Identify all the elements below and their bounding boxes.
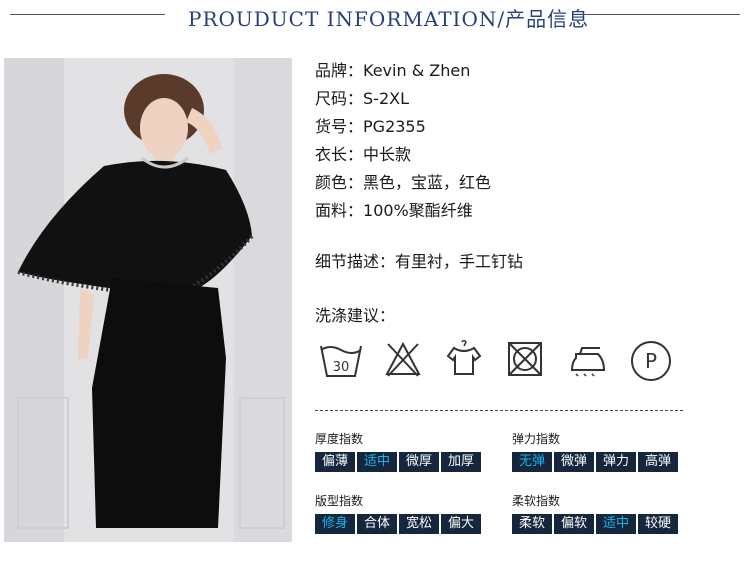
metric-option: 弹力 bbox=[596, 452, 636, 472]
metric-scale: 偏薄 适中 微厚 加厚 bbox=[315, 452, 481, 472]
header-rule-left bbox=[10, 14, 165, 15]
spec-sku: 货号：PG2355 bbox=[315, 116, 735, 144]
spec-value: 黑色，宝蓝，红色 bbox=[363, 173, 492, 192]
spec-label: 颜色： bbox=[315, 173, 364, 192]
care-title: 洗涤建议： bbox=[315, 306, 396, 325]
model-illustration bbox=[4, 58, 292, 542]
spec-label: 货号： bbox=[315, 117, 364, 136]
metric-title: 柔软指数 bbox=[512, 494, 561, 508]
spec-fabric: 面料：100%聚酯纤维 bbox=[315, 200, 735, 228]
spec-value: 100%聚酯纤维 bbox=[363, 201, 473, 220]
no-bleach-icon bbox=[385, 341, 421, 377]
no-tumble-dry-icon bbox=[508, 342, 542, 376]
spec-label: 衣长： bbox=[315, 145, 364, 164]
metric-option: 宽松 bbox=[399, 514, 439, 534]
detail-label: 细节描述： bbox=[315, 252, 396, 271]
metric-option: 偏薄 bbox=[315, 452, 355, 472]
metric-option: 微弹 bbox=[554, 452, 594, 472]
metric-option: 较硬 bbox=[638, 514, 678, 534]
metric-option-selected: 适中 bbox=[596, 514, 636, 534]
page-title: PROUDUCT INFORMATION/产品信息 bbox=[188, 7, 590, 31]
metric-option: 偏软 bbox=[554, 514, 594, 534]
spec-value: 中长款 bbox=[363, 145, 412, 164]
metric-option-selected: 修身 bbox=[315, 514, 355, 534]
header-rule-right bbox=[583, 14, 740, 15]
care-icons: 30 P bbox=[318, 340, 678, 384]
metric-title: 弹力指数 bbox=[512, 432, 561, 446]
metric-title: 版型指数 bbox=[315, 494, 364, 508]
metric-scale: 无弹 微弹 弹力 高弹 bbox=[512, 452, 678, 472]
detail-description: 细节描述：有里衬，手工钉钻 bbox=[315, 248, 523, 272]
header: PROUDUCT INFORMATION/产品信息 bbox=[0, 0, 750, 32]
dry-clean-p-icon: P bbox=[631, 341, 671, 381]
spec-label: 面料： bbox=[315, 201, 364, 220]
spec-value: Kevin & Zhen bbox=[363, 61, 471, 80]
product-photo bbox=[4, 58, 292, 542]
spec-brand: 品牌：Kevin & Zhen bbox=[315, 60, 735, 88]
spec-length: 衣长：中长款 bbox=[315, 144, 735, 172]
metric-option: 微厚 bbox=[399, 452, 439, 472]
thickness-index: 厚度指数 偏薄 适中 微厚 加厚 bbox=[315, 430, 481, 472]
metric-option-selected: 适中 bbox=[357, 452, 397, 472]
wash-30-icon: 30 bbox=[320, 345, 362, 377]
hang-dry-icon bbox=[446, 340, 482, 375]
softness-index: 柔软指数 柔软 偏软 适中 较硬 bbox=[512, 492, 678, 534]
wash-temp-text: 30 bbox=[333, 360, 350, 375]
metric-title: 厚度指数 bbox=[315, 432, 364, 446]
fit-index: 版型指数 修身 合体 宽松 偏大 bbox=[315, 492, 481, 534]
detail-value: 有里衬，手工钉钻 bbox=[395, 252, 524, 271]
metric-option: 加厚 bbox=[441, 452, 481, 472]
spec-value: S-2XL bbox=[363, 89, 409, 108]
dry-clean-letter: P bbox=[645, 349, 657, 373]
spec-label: 尺码： bbox=[315, 89, 364, 108]
spec-value: PG2355 bbox=[363, 117, 426, 136]
section-divider bbox=[315, 410, 683, 411]
spec-label: 品牌： bbox=[315, 61, 364, 80]
metric-scale: 修身 合体 宽松 偏大 bbox=[315, 514, 481, 534]
metric-option: 高弹 bbox=[638, 452, 678, 472]
elasticity-index: 弹力指数 无弹 微弹 弹力 高弹 bbox=[512, 430, 678, 472]
spec-colors: 颜色：黑色，宝蓝，红色 bbox=[315, 172, 735, 200]
spec-size: 尺码：S-2XL bbox=[315, 88, 735, 116]
metric-scale: 柔软 偏软 适中 较硬 bbox=[512, 514, 678, 534]
metric-option-selected: 无弹 bbox=[512, 452, 552, 472]
spec-list: 品牌：Kevin & Zhen 尺码：S-2XL 货号：PG2355 衣长：中长… bbox=[315, 60, 735, 228]
iron-icon bbox=[570, 347, 606, 377]
metric-option: 偏大 bbox=[441, 514, 481, 534]
metric-option: 合体 bbox=[357, 514, 397, 534]
metric-option: 柔软 bbox=[512, 514, 552, 534]
